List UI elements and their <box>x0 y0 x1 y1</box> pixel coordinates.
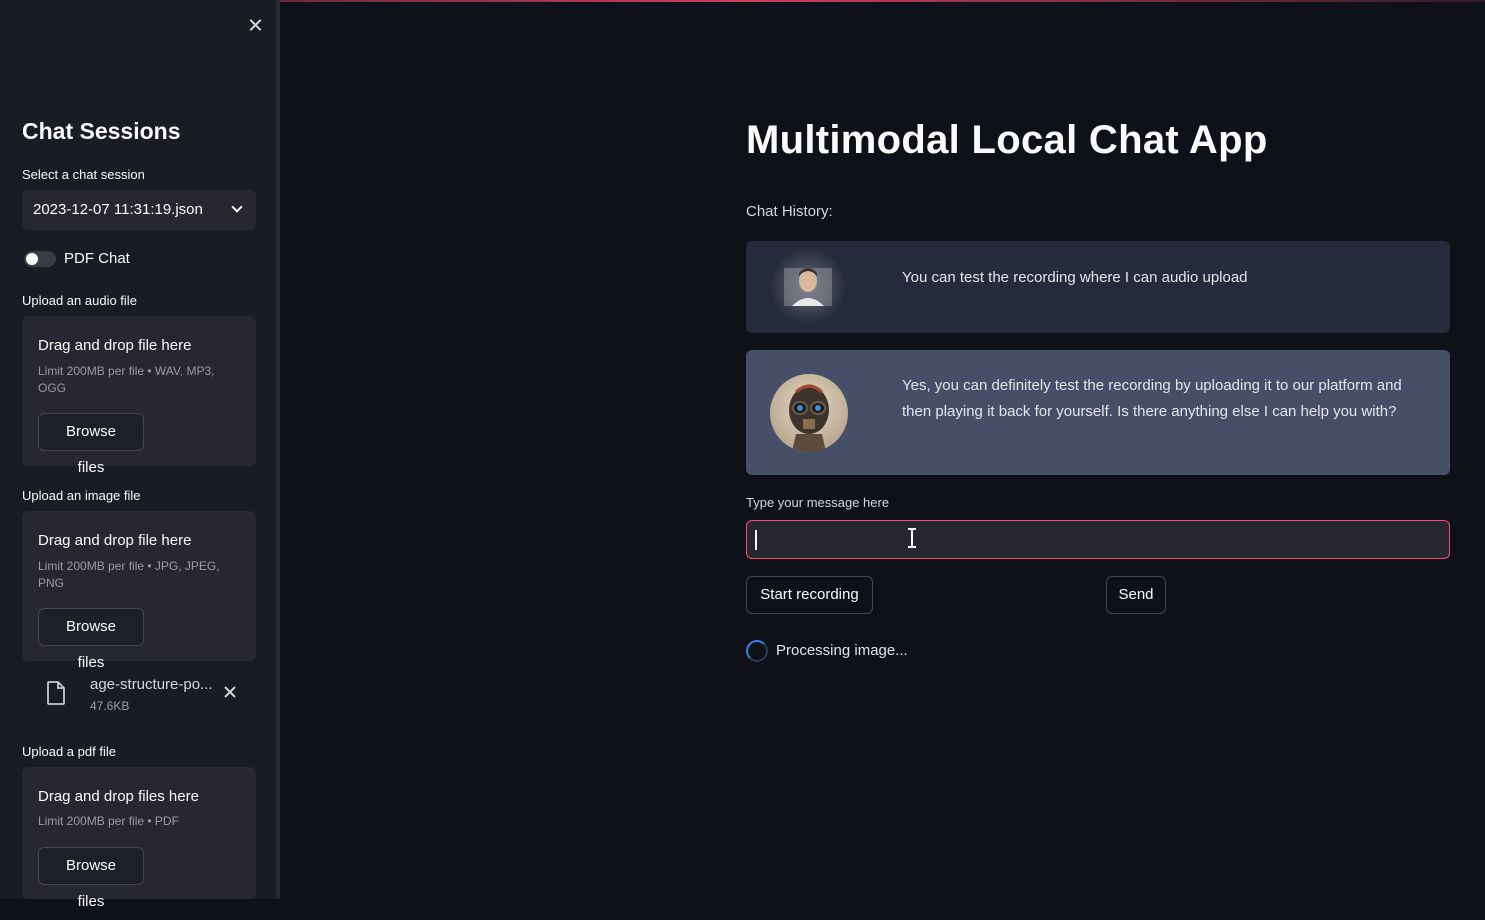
uploaded-file-size: 47.6KB <box>90 699 130 713</box>
audio-browse-button[interactable]: Browse files <box>38 413 144 476</box>
image-limit-text: Limit 200MB per file • JPG, JPEG, PNG <box>38 559 220 590</box>
send-button[interactable]: Send <box>1106 576 1166 614</box>
image-drop-text: Drag and drop file here <box>38 532 192 549</box>
message-input[interactable] <box>746 520 1450 559</box>
assistant-avatar <box>770 374 848 452</box>
chevron-down-icon <box>232 203 242 213</box>
page-title: Multimodal Local Chat App <box>746 118 1268 162</box>
pdf-dropzone[interactable]: Drag and drop files here Limit 200MB per… <box>22 767 256 910</box>
chat-history-label: Chat History: <box>746 203 833 220</box>
audio-drop-text: Drag and drop file here <box>38 337 192 354</box>
close-sidebar-icon[interactable] <box>245 14 267 36</box>
pdf-drop-text: Drag and drop files here <box>38 788 199 805</box>
remove-file-icon[interactable] <box>222 684 238 700</box>
session-select-label: Select a chat session <box>22 167 145 182</box>
sidebar-resize-handle[interactable] <box>276 0 280 899</box>
uploaded-file-name: age-structure-po... <box>90 676 213 693</box>
pdf-browse-button[interactable]: Browse files <box>38 847 144 910</box>
sidebar-title: Chat Sessions <box>22 118 181 144</box>
message-input-label: Type your message here <box>746 495 890 510</box>
chat-message-assistant: Yes, you can definitely test the recordi… <box>746 350 1450 475</box>
loading-spinner-icon <box>746 640 768 662</box>
user-avatar <box>770 248 846 324</box>
audio-upload-label: Upload an audio file <box>22 293 137 308</box>
image-dropzone[interactable]: Drag and drop file here Limit 200MB per … <box>22 511 256 671</box>
audio-limit-text: Limit 200MB per file • WAV, MP3, OGG <box>38 364 215 395</box>
pdf-upload-label: Upload a pdf file <box>22 744 116 759</box>
message-text: Yes, you can definitely test the recordi… <box>902 377 1402 420</box>
toggle-knob <box>26 253 38 265</box>
image-upload-label: Upload an image file <box>22 488 141 503</box>
text-caret <box>755 530 757 550</box>
session-select[interactable]: 2023-12-07 11:31:19.json <box>22 190 256 230</box>
audio-dropzone[interactable]: Drag and drop file here Limit 200MB per … <box>22 316 256 476</box>
pdf-chat-toggle[interactable] <box>24 251 56 267</box>
message-text: You can test the recording where I can a… <box>902 269 1248 286</box>
session-select-value: 2023-12-07 11:31:19.json <box>33 201 203 218</box>
start-recording-button[interactable]: Start recording <box>746 576 873 614</box>
uploaded-file-row: age-structure-po... 47.6KB <box>22 668 256 718</box>
sidebar: Chat Sessions Select a chat session 2023… <box>0 0 276 910</box>
pdf-chat-toggle-label: PDF Chat <box>64 250 130 267</box>
file-icon <box>47 681 65 705</box>
pdf-limit-text: Limit 200MB per file • PDF <box>38 814 179 828</box>
image-browse-button[interactable]: Browse files <box>38 608 144 671</box>
ibeam-cursor-icon <box>908 528 916 548</box>
chat-message-user: You can test the recording where I can a… <box>746 241 1450 333</box>
status-text: Processing image... <box>776 642 908 659</box>
